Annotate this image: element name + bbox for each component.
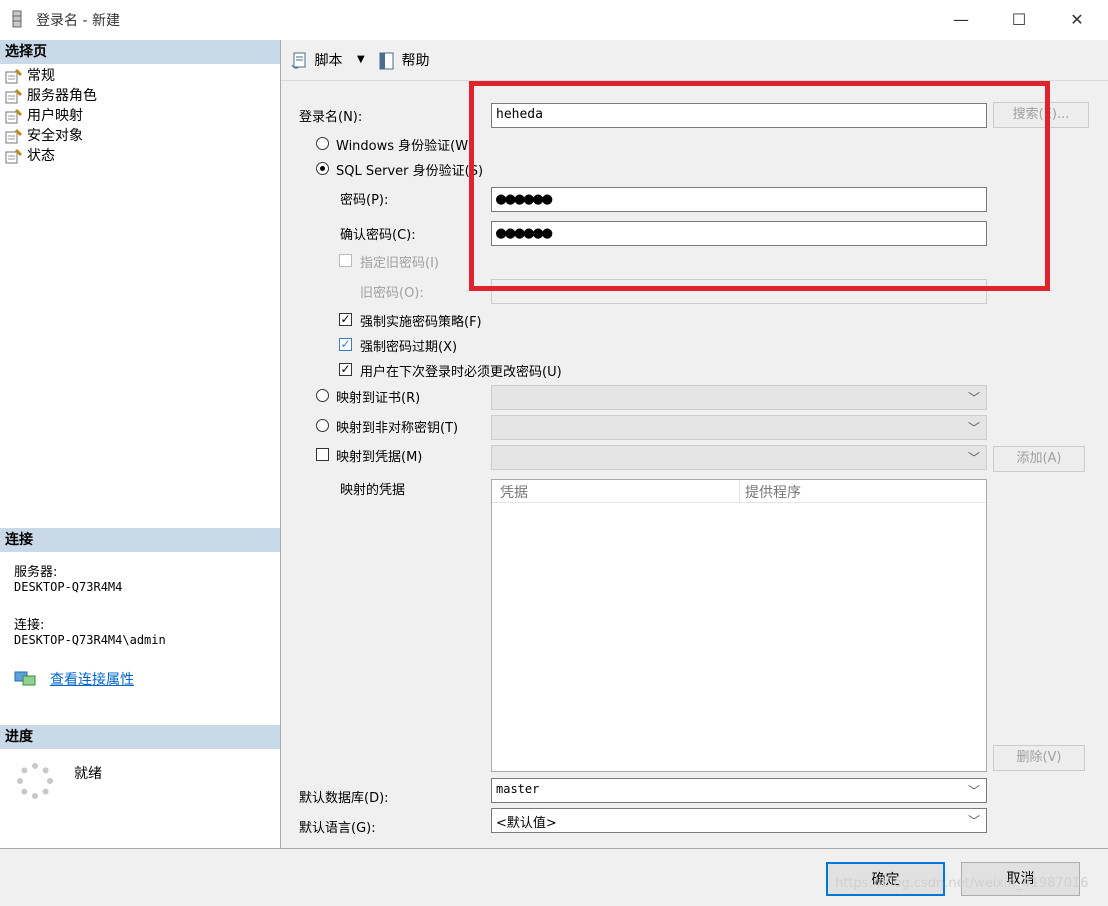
- sql-auth-radio[interactable]: [316, 162, 329, 175]
- server-label: 服务器:: [14, 565, 58, 580]
- map-credential-checkbox[interactable]: [316, 448, 329, 461]
- progress-spinner-icon: [17, 763, 53, 799]
- must-change-checkbox[interactable]: ✓: [339, 363, 352, 376]
- connection-value: DESKTOP-Q73R4M4\admin: [14, 633, 166, 647]
- page-item-general[interactable]: 常规: [5, 66, 55, 86]
- close-button[interactable]: ✕: [1054, 6, 1100, 34]
- confirm-password-label: 确认密码(C):: [340, 228, 416, 243]
- enforce-expiration-checkbox[interactable]: ✓: [339, 338, 352, 351]
- database-icon: [12, 10, 22, 28]
- page-wrench-icon: [5, 148, 23, 164]
- login-name-label: 登录名(N):: [299, 110, 363, 125]
- title-bar: 登录名 - 新建 — ☐ ✕: [0, 0, 1108, 41]
- help-book-icon: [379, 52, 394, 70]
- page-item-user-mapping[interactable]: 用户映射: [5, 106, 83, 126]
- watermark-text: https://blog.csdn.net/weixin_41987016: [835, 876, 1089, 891]
- column-divider: [739, 480, 740, 502]
- page-wrench-icon: [5, 128, 23, 144]
- page-wrench-icon: [5, 68, 23, 84]
- maximize-button[interactable]: ☐: [996, 6, 1042, 34]
- default-database-value: master: [496, 782, 540, 796]
- connection-header: 连接: [0, 528, 280, 552]
- script-dropdown-arrow-icon[interactable]: ▼: [357, 54, 365, 65]
- script-button[interactable]: 脚本: [290, 50, 342, 71]
- default-language-value: <默认值>: [496, 816, 557, 831]
- progress-header: 进度: [0, 725, 280, 749]
- add-credential-button[interactable]: 添加(A): [993, 446, 1085, 472]
- page-item-label: 安全对象: [27, 128, 83, 144]
- view-connection-properties-link[interactable]: 查看连接属性: [50, 669, 134, 689]
- chevron-down-icon: ﹀: [967, 391, 980, 405]
- page-item-label: 状态: [27, 148, 55, 164]
- must-change-label: 用户在下次登录时必须更改密码(U): [360, 365, 562, 380]
- specify-old-password-label: 指定旧密码(I): [360, 256, 439, 271]
- map-certificate-radio[interactable]: [316, 389, 329, 402]
- enforce-policy-label: 强制实施密码策略(F): [360, 315, 482, 330]
- password-label: 密码(P):: [340, 193, 389, 208]
- certificate-combo[interactable]: ﹀: [491, 385, 987, 410]
- page-item-label: 常规: [27, 68, 55, 84]
- minimize-button[interactable]: —: [938, 6, 984, 34]
- connection-label: 连接:: [14, 618, 45, 633]
- server-value: DESKTOP-Q73R4M4: [14, 580, 123, 594]
- map-certificate-label: 映射到证书(R): [336, 391, 421, 406]
- map-credential-label: 映射到凭据(M): [336, 450, 423, 465]
- specify-old-password-checkbox[interactable]: [339, 254, 352, 267]
- windows-auth-label: Windows 身份验证(W): [336, 139, 474, 154]
- windows-auth-radio[interactable]: [316, 137, 329, 150]
- chevron-down-icon: ﹀: [967, 451, 980, 465]
- old-password-label: 旧密码(O):: [360, 286, 424, 301]
- default-language-label: 默认语言(G):: [299, 821, 376, 836]
- asymmetric-key-combo[interactable]: ﹀: [491, 415, 987, 440]
- column-header-provider[interactable]: 提供程序: [745, 482, 801, 502]
- help-label: 帮助: [401, 53, 430, 69]
- select-page-header: 选择页: [0, 40, 280, 64]
- chevron-down-icon: ﹀: [967, 814, 980, 828]
- script-icon: [291, 52, 306, 69]
- map-asymmetric-key-label: 映射到非对称密钥(T): [336, 421, 459, 436]
- credential-combo[interactable]: ﹀: [491, 445, 987, 470]
- default-database-combo[interactable]: master ﹀: [491, 778, 987, 803]
- page-item-securables[interactable]: 安全对象: [5, 126, 83, 146]
- default-database-label: 默认数据库(D):: [299, 791, 389, 806]
- remove-credential-button[interactable]: 删除(V): [993, 745, 1085, 771]
- page-item-label: 用户映射: [27, 108, 83, 124]
- sql-auth-label: SQL Server 身份验证(S): [336, 164, 484, 179]
- page-item-server-roles[interactable]: 服务器角色: [5, 86, 97, 106]
- page-wrench-icon: [5, 88, 23, 104]
- enforce-expiration-label: 强制密码过期(X): [360, 340, 458, 355]
- map-asymmetric-key-radio[interactable]: [316, 419, 329, 432]
- window-title: 登录名 - 新建: [36, 13, 120, 29]
- mapped-credentials-label: 映射的凭据: [340, 483, 406, 498]
- chevron-down-icon: ﹀: [967, 784, 980, 798]
- page-wrench-icon: [5, 108, 23, 124]
- page-item-status[interactable]: 状态: [5, 146, 55, 166]
- chevron-down-icon: ﹀: [967, 421, 980, 435]
- connection-properties-icon: [14, 671, 36, 686]
- page-item-label: 服务器角色: [27, 88, 97, 104]
- red-highlight-box: [469, 81, 1050, 291]
- progress-status: 就绪: [74, 766, 102, 782]
- enforce-policy-checkbox[interactable]: ✓: [339, 313, 352, 326]
- column-header-credential[interactable]: 凭据: [500, 482, 528, 502]
- default-language-combo[interactable]: <默认值> ﹀: [491, 808, 987, 833]
- help-button[interactable]: 帮助: [377, 50, 429, 71]
- mapped-credentials-table[interactable]: 凭据 提供程序: [491, 479, 987, 772]
- script-label: 脚本: [314, 53, 343, 69]
